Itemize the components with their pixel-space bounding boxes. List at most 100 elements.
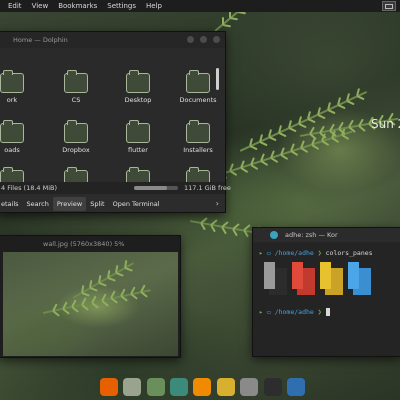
- branch-needle: [321, 140, 330, 147]
- chevron-right-icon[interactable]: ›: [216, 199, 219, 208]
- terminal-title: adhe: zsh — Kor: [285, 231, 338, 239]
- search-button[interactable]: Search: [23, 197, 53, 211]
- folder-icon: [186, 120, 210, 143]
- branch-needle: [331, 137, 340, 144]
- branch-needle: [311, 143, 319, 150]
- global-menu-bar: Edit View Bookmarks Settings Help: [0, 0, 400, 12]
- folder-gear-icon: [64, 70, 88, 93]
- folder-item[interactable]: Dropbox: [47, 119, 105, 159]
- minimize-button[interactable]: [187, 36, 194, 43]
- branch-needle: [249, 145, 258, 151]
- inkscape-icon[interactable]: [170, 378, 189, 396]
- branch-needle: [317, 113, 326, 119]
- open-terminal-button[interactable]: Open Terminal: [109, 197, 164, 211]
- selection-status: 4 Files (18.4 MiB): [1, 184, 58, 192]
- screenshot-icon[interactable]: [240, 378, 259, 396]
- branch-needle: [52, 310, 60, 317]
- folder-dropbox-icon: [64, 120, 88, 143]
- close-button[interactable]: [213, 36, 220, 43]
- folder-icon: [126, 120, 150, 143]
- vlc-icon[interactable]: [193, 378, 212, 396]
- menu-bookmarks[interactable]: Bookmarks: [53, 2, 102, 10]
- branch-needle: [250, 163, 259, 170]
- tray-window-icon[interactable]: [382, 1, 396, 11]
- color-pane-accent: [348, 262, 359, 289]
- branch-needle: [222, 23, 231, 27]
- folder-item[interactable]: Desktop: [109, 69, 167, 109]
- color-pane: [348, 262, 371, 295]
- branch-needle: [268, 136, 277, 142]
- dock: [95, 374, 310, 400]
- branch-needle: [260, 160, 269, 167]
- color-pane: [320, 262, 343, 295]
- folder-item[interactable]: ork: [0, 69, 41, 109]
- menu-help[interactable]: Help: [141, 2, 167, 10]
- viewer-title: wall.jpg (5760x3840) 5%: [43, 239, 125, 248]
- folder-desktop-icon: [126, 70, 150, 93]
- folder-label: Documents: [179, 96, 217, 104]
- branch-needle: [81, 292, 90, 297]
- branch-needle: [327, 109, 336, 115]
- branch-needle: [356, 95, 365, 101]
- branch-needle: [89, 287, 99, 292]
- folder-item[interactable]: CS: [47, 69, 105, 109]
- folder-label: Installers: [183, 146, 213, 154]
- split-button[interactable]: Split: [86, 197, 108, 211]
- menu-edit[interactable]: Edit: [0, 2, 27, 10]
- prompt-arrow-icon: ❯: [317, 249, 322, 257]
- branch-needle: [98, 282, 107, 287]
- folder-label: Dropbox: [62, 146, 90, 154]
- folder-item[interactable]: Installers: [169, 119, 219, 159]
- dolphin-titlebar[interactable]: Home — Dolphin: [0, 32, 225, 48]
- branch-needle: [115, 272, 125, 277]
- folder-item[interactable]: Documents: [169, 69, 219, 109]
- vertical-scrollbar[interactable]: [216, 68, 219, 90]
- text-cursor[interactable]: [325, 308, 330, 316]
- disk-space-bar: [134, 186, 178, 190]
- folder-icon: ▭: [266, 308, 271, 316]
- viewer-titlebar[interactable]: wall.jpg (5760x3840) 5%: [0, 236, 180, 251]
- folder-item[interactable]: flutter: [109, 119, 167, 159]
- folder-icon: ▭: [266, 249, 271, 257]
- folder-label: Desktop: [124, 96, 152, 104]
- files-icon[interactable]: [123, 378, 142, 396]
- maximize-button[interactable]: [200, 36, 207, 43]
- branch-needle: [130, 293, 138, 300]
- folder-item[interactable]: oads: [0, 119, 41, 159]
- terminal-icon[interactable]: [263, 378, 282, 396]
- branch-needle: [140, 291, 148, 298]
- branch-needle: [280, 153, 289, 160]
- prompt-arrow-icon: ❯: [317, 308, 322, 316]
- prompt-directory-1: /home/adhe: [274, 249, 314, 257]
- menu-settings[interactable]: Settings: [102, 2, 141, 10]
- branch-needle: [61, 308, 70, 315]
- terminal-titlebar[interactable]: adhe: zsh — Kor: [253, 228, 400, 242]
- branch-needle: [110, 297, 119, 305]
- folder-label: ork: [6, 96, 18, 104]
- folder-downloads-icon: [0, 120, 24, 143]
- branch-needle: [230, 17, 239, 21]
- branch-needle: [288, 127, 297, 133]
- disk-space-fill: [134, 186, 167, 190]
- menu-view[interactable]: View: [27, 2, 54, 10]
- preview-button[interactable]: Preview: [52, 196, 87, 211]
- folder-label: oads: [4, 146, 20, 154]
- branch-needle: [240, 166, 248, 173]
- folder-label: CS: [71, 96, 81, 104]
- viewer-image: [3, 252, 178, 356]
- vscode-icon[interactable]: [287, 378, 306, 396]
- konsole-icon: [270, 231, 278, 239]
- image-viewer-icon[interactable]: [146, 378, 165, 396]
- color-pane: [264, 262, 287, 295]
- branch-needle: [298, 122, 307, 128]
- color-pane-accent: [320, 262, 331, 289]
- dolphin-title: Home — Dolphin: [13, 36, 68, 44]
- dolphin-toolbar: etails Search Preview Split Open Termina…: [0, 195, 225, 212]
- music-icon[interactable]: [216, 378, 235, 396]
- folder-icon: [0, 70, 24, 93]
- dolphin-window: Home — Dolphin ork CS Desktop Documents oads…: [0, 31, 231, 213]
- folder-label: flutter: [128, 146, 148, 154]
- firefox-icon[interactable]: [99, 378, 118, 396]
- details-button[interactable]: etails: [0, 197, 23, 211]
- folder-documents-icon: [186, 70, 210, 93]
